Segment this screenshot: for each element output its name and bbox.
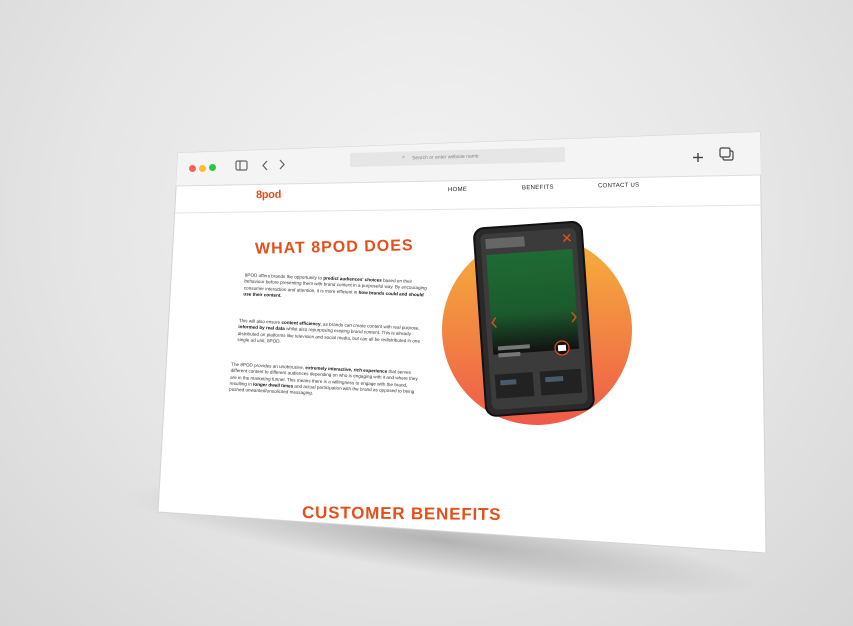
new-tab-plus-icon[interactable] bbox=[690, 148, 706, 164]
browser-window-frame bbox=[157, 131, 767, 554]
minimize-window-dot[interactable] bbox=[199, 164, 206, 172]
site-logo[interactable]: 8pod bbox=[256, 189, 281, 202]
search-icon: ⌕ bbox=[401, 154, 406, 161]
what-8pod-does-heading: WHAT 8POD DOES bbox=[254, 237, 414, 258]
back-icon[interactable] bbox=[259, 157, 271, 173]
close-window-dot[interactable] bbox=[189, 165, 196, 172]
customer-benefits-heading: CUSTOMER BENEFITS bbox=[301, 502, 502, 525]
nav-contact-us[interactable]: CONTACT US bbox=[598, 183, 640, 190]
nav-home[interactable]: HOME bbox=[448, 187, 467, 193]
gradient-circle bbox=[442, 235, 632, 425]
search-placeholder: Search or enter website name bbox=[411, 153, 479, 162]
forward-icon[interactable] bbox=[276, 156, 288, 172]
browser-mockup: ⌕ Search or enter website name 8pod HOME… bbox=[0, 0, 853, 626]
tabs-overview-icon[interactable] bbox=[717, 145, 735, 162]
nav-benefits[interactable]: BENEFITS bbox=[522, 185, 554, 192]
sidebar-icon[interactable] bbox=[233, 157, 250, 173]
